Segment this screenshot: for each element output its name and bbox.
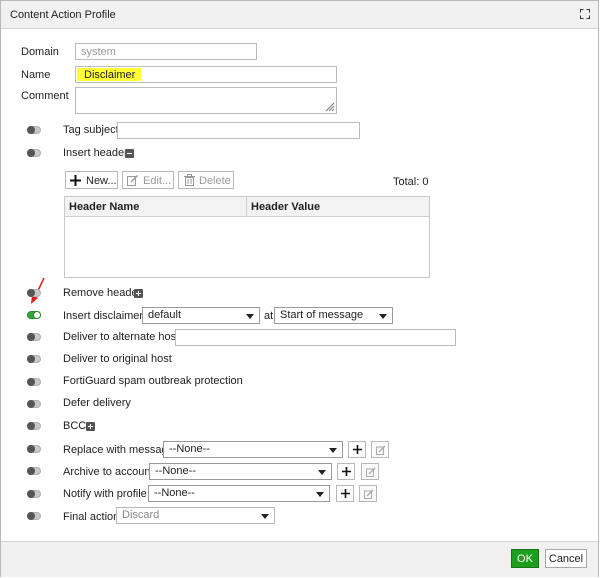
fortiguard-outbreak-label: FortiGuard spam outbreak protection	[63, 375, 243, 387]
remove-header-label: Remove header	[63, 287, 142, 299]
archive-to-account-toggle[interactable]	[27, 467, 41, 475]
edit-icon	[376, 445, 386, 455]
comment-field[interactable]	[75, 87, 337, 114]
delete-header-button[interactable]: Delete	[178, 171, 234, 189]
expand-icon[interactable]	[134, 289, 143, 298]
expand-icon[interactable]	[86, 422, 95, 431]
chevron-down-icon	[316, 492, 324, 497]
alternate-host-input[interactable]	[175, 329, 456, 346]
replace-message-value: --None--	[169, 443, 210, 455]
insert-header-toggle[interactable]	[27, 149, 41, 157]
content-action-profile-dialog: Content Action Profile Domain Name Discl…	[0, 0, 599, 577]
insert-disclaimer-toggle[interactable]	[27, 311, 41, 319]
bcc-label: BCC	[63, 420, 87, 432]
disclaimer-position-value: Start of message	[280, 309, 364, 321]
edit-replace-message-button[interactable]	[371, 441, 389, 458]
plus-icon	[341, 489, 350, 498]
trash-icon	[184, 174, 195, 186]
edit-icon	[127, 174, 139, 186]
fortiguard-outbreak-toggle[interactable]	[27, 378, 41, 386]
remove-header-toggle[interactable]	[27, 289, 41, 297]
dialog-footer	[1, 541, 598, 577]
add-notify-profile-button[interactable]	[336, 485, 354, 502]
disclaimer-position-select[interactable]: Start of message	[274, 307, 393, 324]
chevron-down-icon	[318, 470, 326, 475]
tag-subject-label: Tag subject	[63, 124, 119, 136]
new-header-button[interactable]: New...	[65, 171, 118, 189]
column-header-value[interactable]: Header Value	[247, 197, 429, 217]
replace-message-select[interactable]: --None--	[163, 441, 343, 458]
comment-label: Comment	[21, 90, 69, 102]
chevron-down-icon	[246, 314, 254, 319]
notify-profile-value: --None--	[154, 487, 195, 499]
domain-label: Domain	[21, 46, 59, 58]
deliver-alternate-host-label: Deliver to alternate host	[63, 331, 180, 343]
chevron-down-icon	[261, 514, 269, 519]
name-value: Disclaimer	[84, 69, 136, 81]
header-table-head: Header Name Header Value	[65, 197, 429, 217]
plus-icon	[353, 445, 362, 454]
archive-account-value: --None--	[155, 465, 196, 477]
defer-delivery-toggle[interactable]	[27, 400, 41, 408]
tag-subject-toggle[interactable]	[27, 126, 41, 134]
disclaimer-select[interactable]: default	[142, 307, 260, 324]
header-table: Header Name Header Value	[64, 196, 430, 278]
deliver-alternate-host-toggle[interactable]	[27, 333, 41, 341]
add-archive-account-button[interactable]	[337, 463, 355, 480]
edit-icon	[366, 467, 376, 477]
edit-icon	[364, 489, 374, 499]
chevron-down-icon	[329, 448, 337, 453]
cancel-button[interactable]: Cancel	[545, 549, 587, 568]
plus-icon	[70, 175, 81, 186]
edit-notify-profile-button[interactable]	[359, 485, 377, 502]
collapse-icon[interactable]	[125, 149, 134, 158]
name-field[interactable]: Disclaimer	[75, 66, 337, 83]
insert-header-label: Insert header	[63, 147, 128, 159]
replace-with-message-label: Replace with message	[63, 444, 174, 456]
insert-disclaimer-label: Insert disclaimer	[63, 310, 144, 322]
final-action-select[interactable]: Discard	[116, 507, 275, 524]
header-total-count: Total: 0	[393, 176, 429, 188]
disclaimer-select-value: default	[148, 309, 182, 321]
delete-header-label: Delete	[199, 175, 231, 187]
notify-with-profile-label: Notify with profile	[63, 488, 147, 500]
final-action-toggle[interactable]	[27, 512, 41, 520]
bcc-toggle[interactable]	[27, 422, 41, 430]
chevron-down-icon	[379, 314, 387, 319]
final-action-label: Final action	[63, 511, 120, 523]
dialog-titlebar: Content Action Profile	[1, 1, 598, 29]
replace-with-message-toggle[interactable]	[27, 445, 41, 453]
defer-delivery-label: Defer delivery	[63, 397, 131, 409]
domain-field[interactable]	[75, 43, 257, 60]
deliver-original-host-label: Deliver to original host	[63, 353, 172, 365]
resize-grip-icon[interactable]	[325, 102, 335, 112]
disclaimer-at-label: at	[264, 310, 274, 322]
ok-button[interactable]: OK	[511, 549, 539, 568]
maximize-icon[interactable]	[580, 9, 590, 19]
edit-header-button[interactable]: Edit...	[122, 171, 174, 189]
notify-with-profile-toggle[interactable]	[27, 490, 41, 498]
plus-icon	[342, 467, 351, 476]
dialog-title: Content Action Profile	[10, 9, 116, 21]
edit-header-label: Edit...	[143, 175, 172, 187]
column-header-name[interactable]: Header Name	[65, 197, 247, 217]
new-header-label: New...	[86, 175, 117, 187]
edit-archive-account-button[interactable]	[361, 463, 379, 480]
deliver-original-host-toggle[interactable]	[27, 355, 41, 363]
name-label: Name	[21, 69, 51, 81]
tag-subject-input[interactable]	[117, 122, 360, 139]
notify-profile-select[interactable]: --None--	[148, 485, 330, 502]
add-replace-message-button[interactable]	[348, 441, 366, 458]
final-action-value: Discard	[122, 509, 160, 521]
archive-account-select[interactable]: --None--	[149, 463, 332, 480]
archive-to-account-label: Archive to account	[63, 466, 154, 478]
